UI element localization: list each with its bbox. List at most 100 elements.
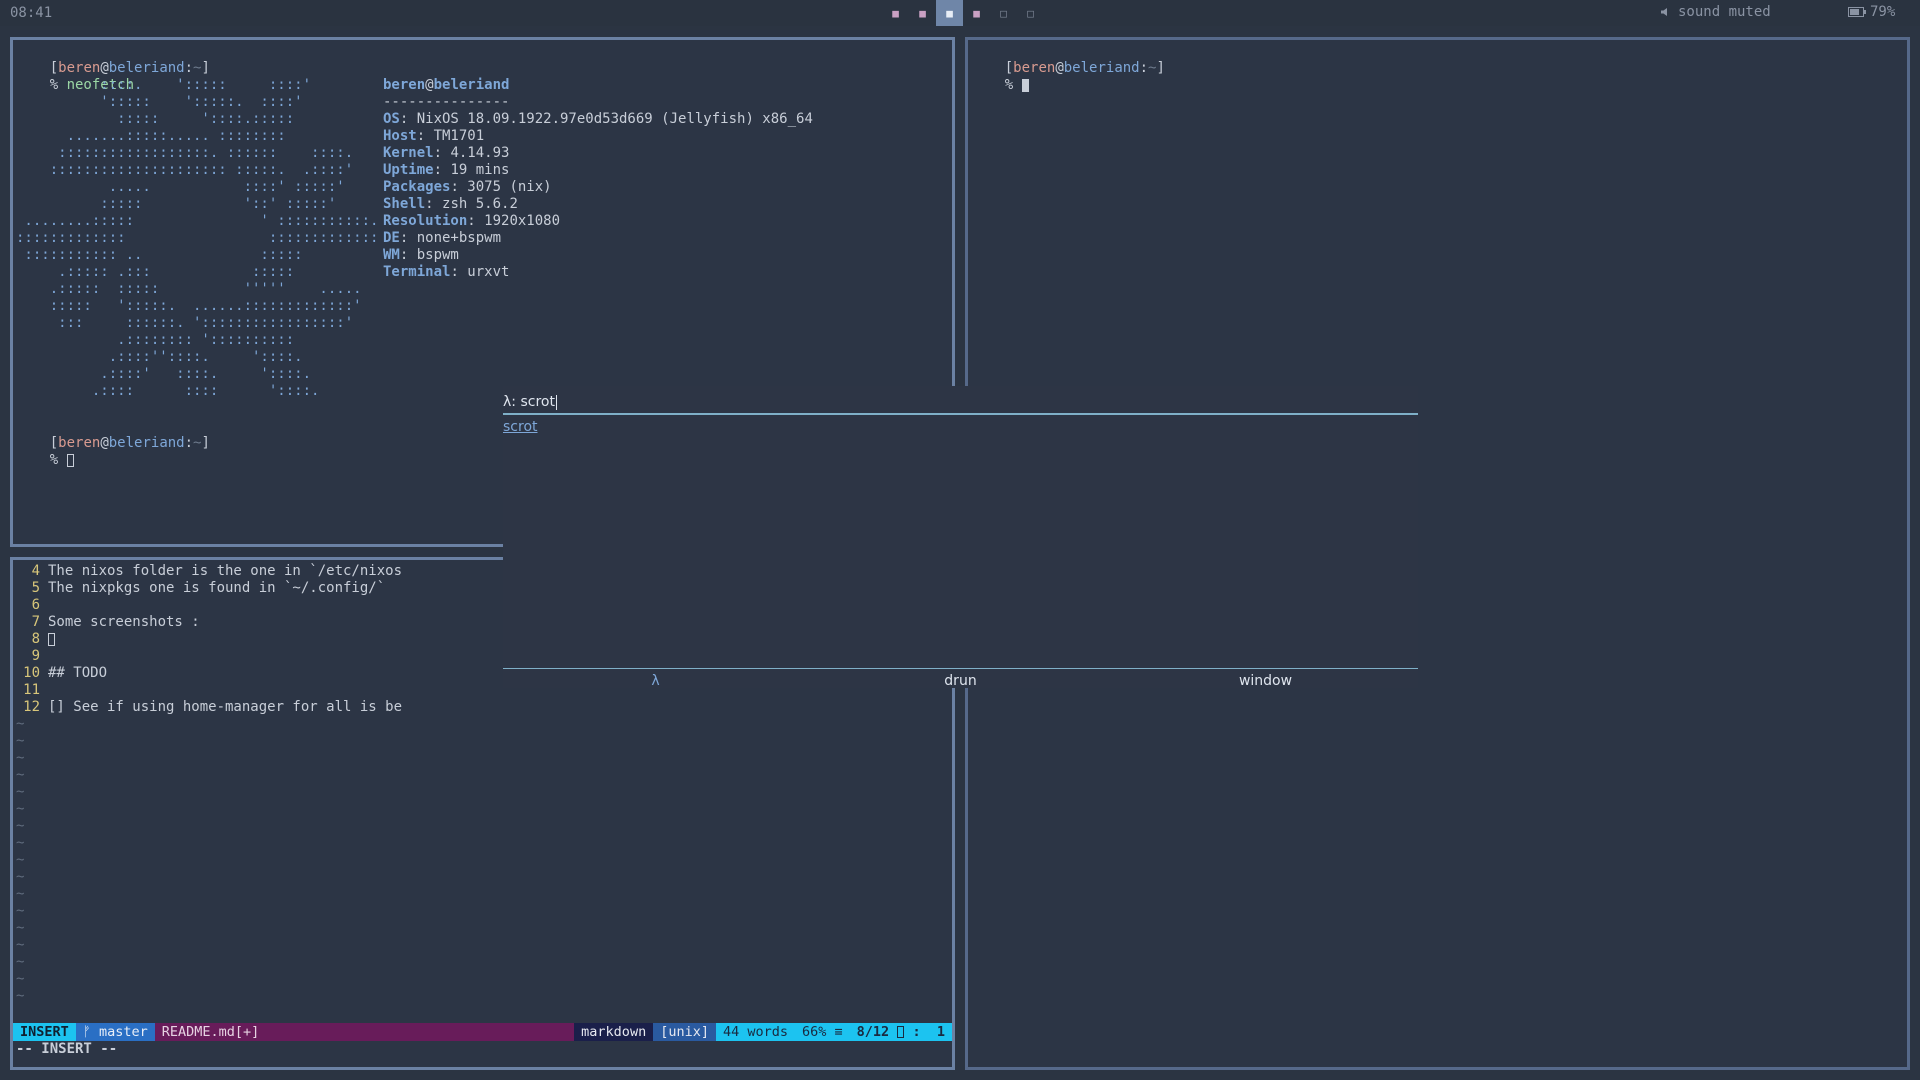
launcher-mode-3[interactable]: window <box>1113 673 1418 689</box>
info-label: Uptime <box>383 162 434 178</box>
shell-prompt: [beren@beleriand:~] <box>16 418 210 451</box>
vim-line: 10 ## TODO <box>16 665 402 682</box>
info-line: Kernel: 4.14.93 <box>383 145 813 162</box>
vim-position: 8/12 : 1 <box>849 1023 952 1041</box>
prompt-colon: : <box>184 435 194 451</box>
info-value: none+bspwm <box>416 230 502 246</box>
sound-status: sound muted <box>1678 4 1771 20</box>
vim-fileformat: [unix] <box>653 1023 716 1041</box>
logo-line: ::: ::::::. ':::::::::::::::::' <box>16 315 354 331</box>
logo-line: ..... ::::' :::::' <box>16 179 345 195</box>
info-value: 4.14.93 <box>450 145 510 161</box>
info-colon: : <box>433 145 451 161</box>
empty-line-marker: ~ <box>16 937 25 953</box>
info-host: beleriand <box>433 77 510 93</box>
empty-line-marker: ~ <box>16 954 25 970</box>
info-label: Shell <box>383 196 426 212</box>
vim-filetype: markdown <box>574 1023 654 1041</box>
battery-indicator[interactable]: 79% <box>1848 4 1895 20</box>
line-number: 8 <box>31 631 40 647</box>
text-cursor <box>66 453 74 467</box>
line-text: Some screenshots : <box>48 614 200 630</box>
line-number: 5 <box>31 580 40 596</box>
vim-mode-line: -- INSERT -- <box>16 1041 118 1057</box>
empty-line-marker: ~ <box>16 886 25 902</box>
info-label: Packages <box>383 179 451 195</box>
prompt-symbol: % <box>1004 77 1022 93</box>
info-value: TM1701 <box>433 128 485 144</box>
info-line: DE: none+bspwm <box>383 230 813 247</box>
info-colon: : <box>399 247 417 263</box>
workspace-2[interactable]: ■ <box>909 0 936 26</box>
launcher-divider <box>503 668 1418 669</box>
logo-line: .::::: ::::: ''''' ..... <box>16 281 362 297</box>
launcher-result-item[interactable]: scrot <box>503 419 538 435</box>
info-colon: : <box>416 128 434 144</box>
prompt-host: beleriand <box>1063 60 1140 76</box>
shell-input-line[interactable]: % <box>971 60 1029 93</box>
logo-line: ::::: '::' :::::' <box>16 196 337 212</box>
line-number: 4 <box>31 563 40 579</box>
line-number: 9 <box>31 648 40 664</box>
info-label: Kernel <box>383 145 434 161</box>
info-label: OS <box>383 111 400 127</box>
line-number-icon <box>897 1026 905 1038</box>
vim-line: 4 The nixos folder is the one in `/etc/ni… <box>16 563 402 580</box>
empty-line-marker: ~ <box>16 784 25 800</box>
logo-line: ::::: '::::.::::: <box>16 111 295 127</box>
info-separator: --------------- <box>383 94 510 110</box>
logo-line: ........::::: ' :::::::::::. <box>16 213 379 229</box>
info-line: Packages: 3075 (nix) <box>383 179 813 196</box>
line-number: 6 <box>31 597 40 613</box>
line-number: 11 <box>23 682 40 698</box>
logo-line: ::::::::::::::::::. :::::: ::::. <box>16 145 354 161</box>
info-value: NixOS 18.09.1922.97e0d53d669 (Jellyfish)… <box>416 111 813 127</box>
workspace-4[interactable]: ■ <box>963 0 990 26</box>
prompt-bracket: ] <box>1156 60 1165 76</box>
launcher-mode-1[interactable]: λ <box>503 673 808 689</box>
launcher-prompt[interactable]: λ: scrot <box>503 394 557 410</box>
launcher-mode-switcher: λ drun window <box>503 673 1418 689</box>
battery-icon <box>1848 7 1866 17</box>
vim-line: 5 The nixpkgs one is found in `~/.config/… <box>16 580 402 597</box>
logo-line: ::::: ':::::. ......:::::::::::::' <box>16 298 362 314</box>
logo-line: .::::' ::::. '::::. <box>16 366 312 382</box>
launcher-mode-2[interactable]: drun <box>808 673 1113 689</box>
shell-input-line[interactable]: % <box>16 435 74 468</box>
app-launcher[interactable]: λ: scrot scrot λ drun window <box>503 386 1418 689</box>
system-info: beren@beleriand --------------- OS: NixO… <box>383 77 813 281</box>
info-value: 1920x1080 <box>484 213 561 229</box>
launcher-prompt-label: λ: <box>503 394 517 410</box>
text-cursor <box>48 632 55 646</box>
info-colon: : <box>450 264 468 280</box>
vim-mode-indicator: INSERT <box>13 1023 76 1041</box>
sound-indicator[interactable]: sound muted <box>1660 4 1771 20</box>
logo-line: ::::. '::::: ::::' <box>16 77 312 93</box>
prompt-bracket: ] <box>201 435 210 451</box>
vim-line: 6 <box>16 597 402 614</box>
info-colon: : <box>399 230 417 246</box>
text-cursor <box>1021 78 1029 92</box>
workspace-1[interactable]: ■ <box>882 0 909 26</box>
workspace-3[interactable]: ■ <box>936 0 963 26</box>
text-cursor <box>555 394 557 410</box>
vim-buffer[interactable]: 4 The nixos folder is the one in `/etc/ni… <box>16 563 402 1005</box>
vim-line-position: 8/12 <box>856 1024 890 1040</box>
empty-line-marker: ~ <box>16 869 25 885</box>
workspace-6[interactable]: □ <box>1017 0 1044 26</box>
launcher-input[interactable]: scrot <box>520 394 555 410</box>
info-label: Resolution <box>383 213 468 229</box>
logo-line: ::::::::::::::::::::: :::::. .::::' <box>16 162 354 178</box>
statusline-spacer <box>266 1023 574 1041</box>
top-bar: 08:41 ■ ■ ■ ■ □ □ sound muted 79% <box>0 0 1920 26</box>
workspace-switcher: ■ ■ ■ ■ □ □ <box>882 0 1044 26</box>
empty-line-marker: ~ <box>16 818 25 834</box>
info-line: OS: NixOS 18.09.1922.97e0d53d669 (Jellyf… <box>383 111 813 128</box>
empty-line-marker: ~ <box>16 920 25 936</box>
info-label: Terminal <box>383 264 451 280</box>
info-at: @ <box>425 77 434 93</box>
workspace-5[interactable]: □ <box>990 0 1017 26</box>
logo-line: .::::''::::. '::::. <box>16 349 303 365</box>
shell-prompt: [beren@beleriand:~] <box>16 43 210 76</box>
empty-line-marker: ~ <box>16 835 25 851</box>
